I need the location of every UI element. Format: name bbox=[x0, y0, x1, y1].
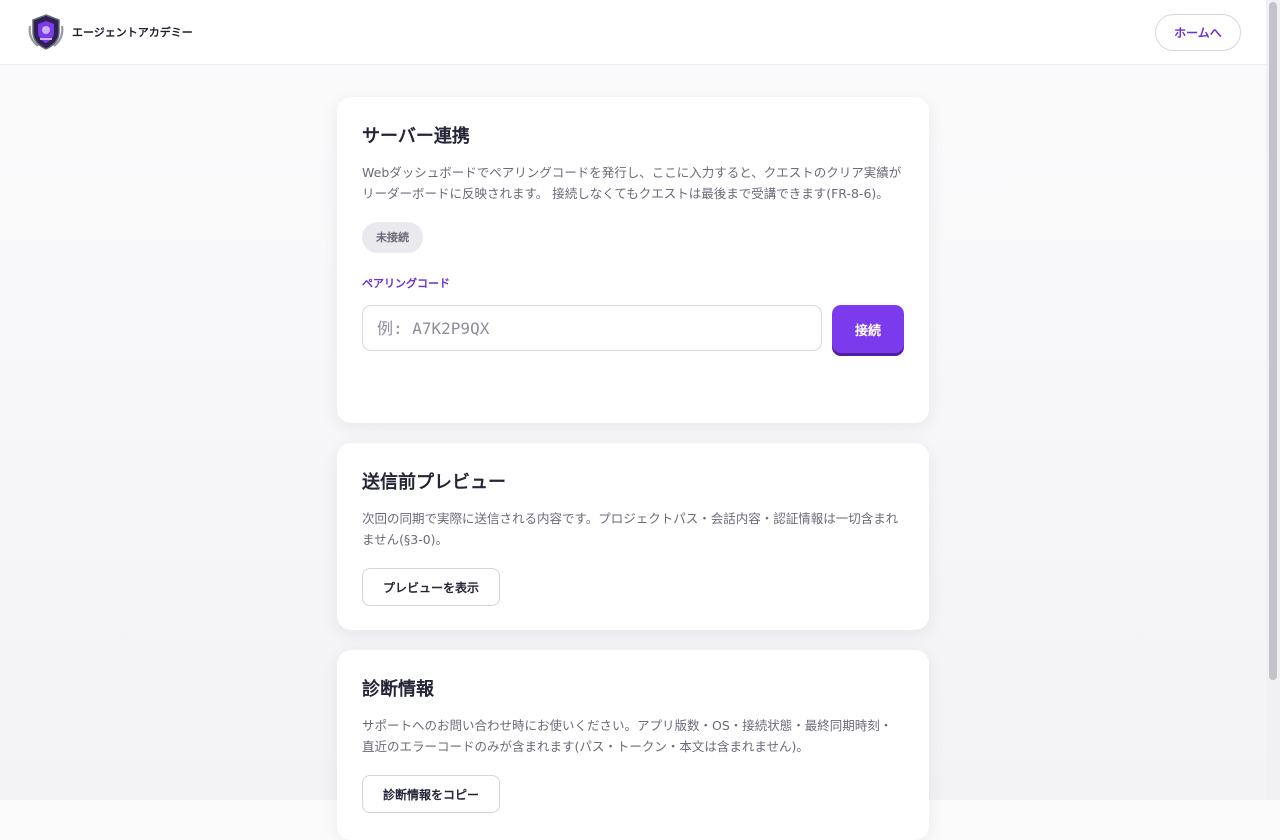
send-preview-description: 次回の同期で実際に送信される内容です。プロジェクトパス・会話内容・認証情報は一切… bbox=[362, 511, 899, 547]
send-preview-title: 送信前プレビュー bbox=[362, 472, 506, 493]
server-link-description: Webダッシュボードでペアリングコードを発行し、ここに入力すると、クエストのクリ… bbox=[362, 165, 902, 201]
send-preview-card: 送信前プレビュー 次回の同期で実際に送信される内容です。プロジェクトパス・会話内… bbox=[337, 443, 929, 630]
server-link-card: サーバー連携 Webダッシュボードでペアリングコードを発行し、ここに入力すると、… bbox=[337, 97, 929, 423]
page-scrollbar[interactable] bbox=[1266, 0, 1280, 800]
pairing-code-input[interactable] bbox=[362, 305, 822, 351]
show-preview-button[interactable]: プレビューを表示 bbox=[362, 568, 501, 606]
pairing-input-row: 接続 bbox=[362, 305, 904, 353]
home-button[interactable]: ホームへ bbox=[1155, 14, 1241, 51]
server-link-title: サーバー連携 bbox=[362, 126, 470, 147]
logo-text: エージェントアカデミー bbox=[72, 26, 193, 39]
connection-status-badge: 未接続 bbox=[362, 222, 423, 253]
diagnostics-title: 診断情報 bbox=[362, 679, 434, 700]
top-bar: エージェントアカデミー ホームへ bbox=[0, 0, 1266, 65]
diagnostics-card: 診断情報 サポートへのお問い合わせ時にお使いください。アプリ版数・OS・接続状態… bbox=[337, 650, 929, 840]
copy-diagnostics-button[interactable]: 診断情報をコピー bbox=[362, 775, 501, 813]
academy-crest-icon bbox=[28, 14, 64, 50]
diagnostics-description: サポートへのお問い合わせ時にお使いください。アプリ版数・OS・接続状態・最終同期… bbox=[362, 718, 893, 754]
logo[interactable]: エージェントアカデミー bbox=[24, 12, 193, 52]
connect-button[interactable]: 接続 bbox=[832, 305, 904, 353]
scrollbar-thumb[interactable] bbox=[1269, 2, 1277, 680]
pairing-code-label: ペアリングコード bbox=[362, 277, 450, 290]
